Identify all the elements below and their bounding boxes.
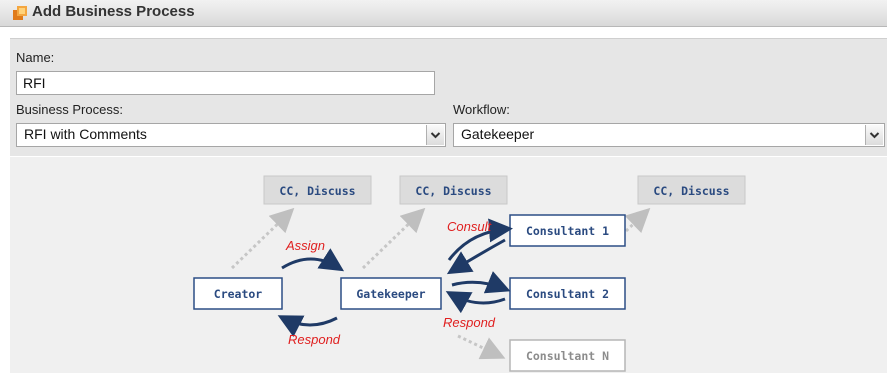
business-process-label: Business Process: bbox=[16, 102, 123, 117]
process-icon bbox=[13, 6, 27, 20]
workflow-value: Gatekeeper bbox=[461, 126, 535, 142]
dialog-title-bar: Add Business Process bbox=[0, 0, 887, 27]
name-input[interactable]: RFI bbox=[16, 71, 435, 95]
workflow-diagram bbox=[10, 157, 887, 373]
dialog-title: Add Business Process bbox=[32, 3, 195, 20]
business-process-value: RFI with Comments bbox=[24, 126, 147, 142]
workflow-select[interactable]: Gatekeeper bbox=[453, 123, 885, 147]
form-panel: Name: RFI Business Process: RFI with Com… bbox=[10, 38, 887, 156]
name-label: Name: bbox=[16, 50, 55, 65]
chevron-down-icon[interactable] bbox=[865, 125, 883, 145]
chevron-down-icon[interactable] bbox=[426, 125, 444, 145]
workflow-label: Workflow: bbox=[453, 102, 510, 117]
business-process-select[interactable]: RFI with Comments bbox=[16, 123, 446, 147]
